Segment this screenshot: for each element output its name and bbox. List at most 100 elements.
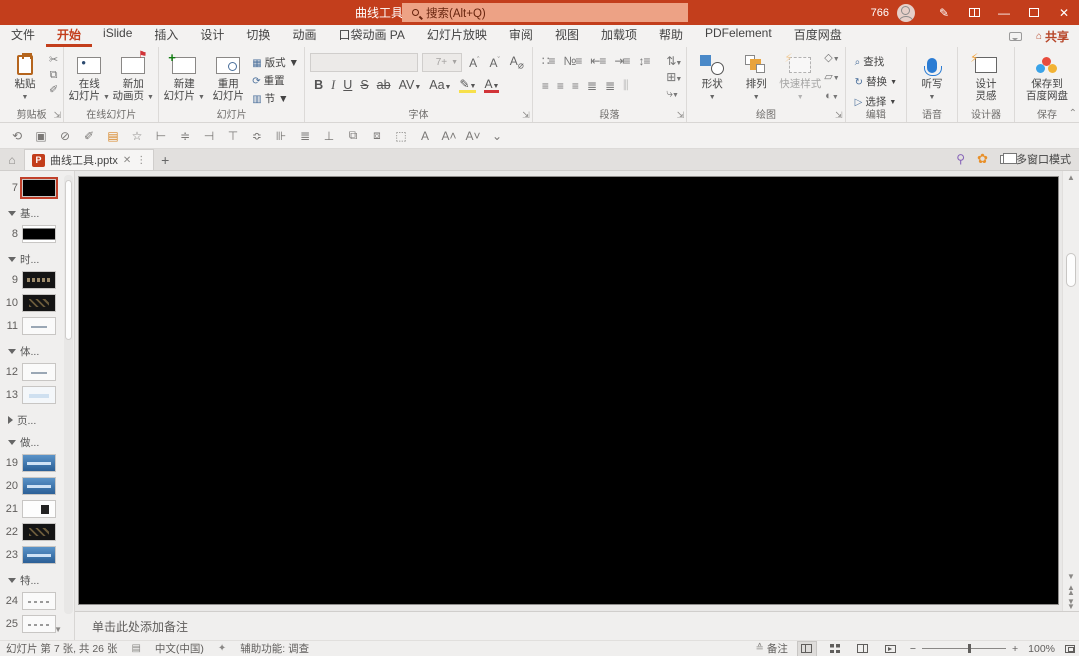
distribute-text-button[interactable]: ≣: [605, 79, 615, 93]
thumbnail-scrollbar[interactable]: [64, 175, 73, 614]
tab-menu-icon[interactable]: ⋮: [136, 155, 146, 166]
shape-fill-icon[interactable]: ◇▼: [824, 52, 839, 66]
snap-helper-icon[interactable]: ▤: [102, 126, 124, 146]
line-spacing-button[interactable]: ↕≡: [638, 54, 650, 68]
underline-button[interactable]: U: [343, 78, 352, 92]
font-size-combobox[interactable]: 7+ ▼: [422, 53, 463, 72]
copy-icon[interactable]: ⧉: [49, 69, 58, 81]
ribbon-tab-2[interactable]: iSlide: [92, 23, 143, 47]
ink-pen-icon[interactable]: ✎: [929, 0, 959, 25]
section-header[interactable]: 时...: [0, 251, 74, 267]
close-button[interactable]: ✕: [1049, 0, 1079, 25]
distribute-vertical-icon[interactable]: ≣: [294, 126, 316, 146]
notes-toggle-button[interactable]: ≙ 备注: [755, 641, 787, 656]
slide-sorter-view-button[interactable]: [826, 642, 844, 656]
maximize-button[interactable]: [1019, 0, 1049, 25]
section-collapsed-icon[interactable]: [8, 416, 13, 424]
slideshow-view-button[interactable]: [882, 642, 900, 656]
slide-thumbnail-image[interactable]: [22, 270, 56, 289]
distribute-horizontal-icon[interactable]: ⊪: [270, 126, 292, 146]
ribbon-tab-6[interactable]: 动画: [281, 23, 327, 47]
align-bottom-objects-icon[interactable]: ⊥: [318, 126, 340, 146]
zoom-slider[interactable]: [922, 644, 1006, 653]
format-painter-icon[interactable]: ✐: [78, 126, 100, 146]
section-header[interactable]: 页...: [0, 412, 74, 428]
slide-thumbnail-10[interactable]: 10: [0, 291, 74, 314]
avatar[interactable]: [897, 3, 915, 22]
font-color-icon[interactable]: A: [414, 126, 436, 146]
numbering-button[interactable]: №≡: [563, 54, 582, 68]
align-center-button[interactable]: ≡: [557, 79, 564, 93]
slide-thumbnail-image[interactable]: [22, 453, 56, 472]
document-tab[interactable]: P 曲线工具.pptx ✕ ⋮: [24, 149, 155, 170]
shapes-button[interactable]: 形状 ▼: [690, 50, 734, 104]
section-expanded-icon[interactable]: [8, 210, 16, 216]
ribbon-tab-1[interactable]: 开始: [46, 23, 93, 47]
next-slide-button[interactable]: ▼ ▼: [1067, 598, 1075, 611]
slide-thumbnail-25[interactable]: 25: [0, 612, 74, 635]
strikethrough-button[interactable]: S: [360, 78, 368, 92]
slide-canvas-area[interactable]: [75, 171, 1062, 611]
home-tab-icon[interactable]: ⌂: [0, 149, 24, 170]
align-center-objects-icon[interactable]: ≑: [174, 126, 196, 146]
ribbon-tab-5[interactable]: 切换: [235, 23, 281, 47]
align-left-button[interactable]: ≡: [542, 79, 549, 93]
quick-styles-button[interactable]: 快速样式▼: [778, 50, 822, 104]
accessibility-status[interactable]: 辅助功能: 调查: [240, 641, 309, 656]
slide-thumbnail-image[interactable]: [22, 545, 56, 564]
section-expanded-icon[interactable]: [8, 348, 16, 354]
settings-gear-icon[interactable]: ✿: [977, 151, 988, 167]
slide-thumbnail-8[interactable]: 8: [0, 222, 74, 245]
bold-button[interactable]: B: [314, 78, 323, 92]
slide-thumbnail-image[interactable]: [22, 316, 56, 335]
section-header[interactable]: 体...: [0, 343, 74, 359]
search-input[interactable]: 搜索(Alt+Q): [402, 3, 688, 22]
slide-thumbnail-21[interactable]: 21: [0, 497, 74, 520]
ribbon-display-options-icon[interactable]: [959, 0, 989, 25]
ribbon-tab-12[interactable]: 帮助: [648, 23, 694, 47]
thumbnail-scroll-down-icon[interactable]: ▼: [54, 625, 62, 634]
scroll-down-icon[interactable]: ▼: [1067, 573, 1075, 581]
layout-button[interactable]: ▦ 版式 ▼: [252, 56, 299, 71]
zoom-out-button[interactable]: −: [910, 643, 916, 655]
reuse-slides-button[interactable]: 重用 幻灯片: [206, 50, 250, 102]
character-spacing-button[interactable]: AV▼: [399, 78, 422, 92]
justify-button[interactable]: ≣: [587, 79, 597, 93]
ribbon-tab-10[interactable]: 视图: [544, 23, 590, 47]
notes-pane[interactable]: 单击此处添加备注: [75, 611, 1079, 640]
section-expanded-icon[interactable]: [8, 439, 16, 445]
collapse-ribbon-icon[interactable]: ⌃: [1069, 108, 1077, 119]
ribbon-tab-0[interactable]: 文件: [0, 23, 46, 47]
section-header[interactable]: 做...: [0, 434, 74, 450]
slide-thumbnail-20[interactable]: 20: [0, 474, 74, 497]
section-expanded-icon[interactable]: [8, 256, 16, 262]
drawing-dialog-launcher-icon[interactable]: ⇲: [835, 110, 843, 121]
ribbon-tab-3[interactable]: 插入: [143, 23, 189, 47]
selection-pane-icon[interactable]: ⬚: [390, 126, 412, 146]
slide-thumbnail-19[interactable]: 19: [0, 451, 74, 474]
font-color-button[interactable]: A▼: [484, 77, 499, 93]
align-middle-objects-icon[interactable]: ≎: [246, 126, 268, 146]
change-case-button[interactable]: Aa▼: [429, 78, 451, 92]
text-box-icon[interactable]: ▣: [30, 126, 52, 146]
slide-thumbnail-image[interactable]: [22, 224, 56, 243]
ribbon-tab-7[interactable]: 口袋动画 PA: [327, 23, 415, 47]
scrollbar-thumb[interactable]: [1066, 253, 1076, 287]
slide-thumbnail-24[interactable]: 24: [0, 589, 74, 612]
slide-thumbnail-image[interactable]: [20, 176, 58, 199]
slide-thumbnail-image[interactable]: [22, 522, 56, 541]
italic-button[interactable]: I: [331, 78, 335, 93]
slide-thumbnail-image[interactable]: [22, 362, 56, 381]
new-tab-button[interactable]: +: [154, 149, 176, 170]
highlight-color-button[interactable]: ✎▼: [459, 77, 477, 93]
replace-button[interactable]: ↻ 替换 ▼: [855, 75, 897, 90]
magic-wand-icon[interactable]: ⚲: [956, 152, 965, 166]
ribbon-tab-13[interactable]: PDFelement: [694, 23, 783, 47]
vertical-scrollbar[interactable]: ▲ ▼ ▲ ▲ ▼ ▼: [1062, 171, 1079, 611]
dictate-button[interactable]: 听写 ▼: [910, 50, 954, 104]
language-indicator[interactable]: 中文(中国): [155, 641, 204, 656]
slide-thumbnail-image[interactable]: [22, 293, 56, 312]
display-settings-icon[interactable]: ▤: [131, 643, 140, 654]
online-slides-button[interactable]: 在线幻灯片 ▼: [67, 50, 111, 104]
zoom-slider-thumb[interactable]: [968, 644, 971, 653]
